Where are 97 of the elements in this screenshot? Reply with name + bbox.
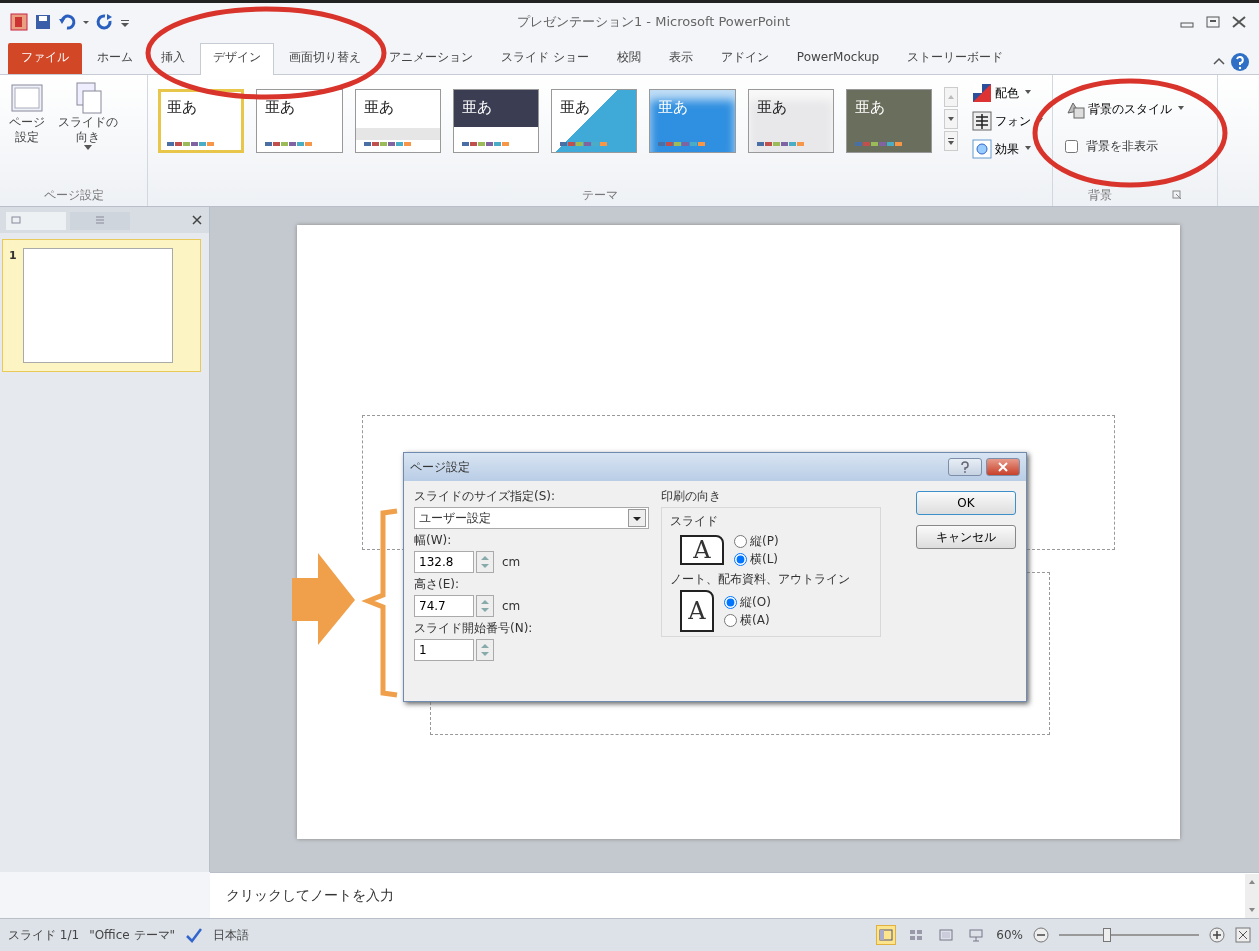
status-text: 日本語	[213, 927, 250, 944]
theme-thumbnail[interactable]: 亜あ	[747, 89, 834, 153]
save-icon[interactable]	[34, 12, 52, 31]
reading-view-icon	[939, 928, 954, 942]
window-title: プレゼンテーション1 - Microsoft PowerPoint	[515, 12, 792, 31]
theme-thumbnail[interactable]: 亜あ	[256, 89, 343, 153]
dialog-launcher-icon[interactable]	[1172, 190, 1182, 200]
close-icon	[998, 462, 1008, 472]
theme-thumbnail[interactable]: 亜あ	[845, 89, 932, 153]
ribbon-tab[interactable]: スライド ショー	[488, 43, 602, 74]
number-input[interactable]: 74.7	[414, 595, 474, 617]
zoom-out-icon[interactable]	[1033, 927, 1049, 943]
ribbon-tab[interactable]: 画面切り替え	[276, 43, 374, 74]
field-label: 幅(W):	[414, 532, 453, 549]
redo-icon[interactable]	[96, 12, 114, 31]
spell-check-icon[interactable]	[185, 927, 204, 943]
undo-icon[interactable]	[58, 12, 76, 31]
radio-label: 横(A)	[740, 612, 770, 629]
view-button[interactable]	[876, 925, 897, 945]
dialog-button[interactable]: キャンセル	[916, 525, 1016, 549]
section-label: スライド	[670, 513, 719, 530]
spin-icon[interactable]	[476, 639, 494, 661]
more-icon[interactable]	[944, 131, 958, 151]
field-label: スライドのサイズ指定(S):	[414, 488, 557, 505]
page-orientation-icon: A	[680, 535, 724, 565]
ribbon-button[interactable]: フォン	[970, 109, 1046, 133]
ribbon-tab[interactable]: アニメーション	[376, 43, 486, 74]
close-button[interactable]	[986, 458, 1020, 476]
group-label: 印刷の向き	[661, 488, 722, 505]
field-label: 高さ(E):	[414, 576, 460, 593]
help-icon[interactable]	[1229, 50, 1251, 74]
show-view-icon	[969, 928, 984, 942]
unit-label: cm	[502, 598, 521, 615]
group-label: 背景	[1088, 187, 1112, 204]
normal-view-icon	[879, 928, 894, 942]
radio-button[interactable]	[734, 534, 747, 548]
close-icon[interactable]	[191, 214, 203, 226]
ribbon-tab[interactable]: PowerMockup	[783, 43, 893, 74]
font-icon	[972, 111, 992, 131]
ribbon-tab[interactable]: ストーリーボード	[894, 43, 1017, 74]
size-dropdown[interactable]: ユーザー設定	[414, 507, 649, 529]
checkbox-label: 背景を非表示	[1086, 138, 1158, 155]
spin-icon[interactable]	[476, 551, 494, 573]
sorter-view-icon	[909, 928, 924, 942]
zoom-in-icon[interactable]	[1209, 927, 1225, 943]
ribbon-button[interactable]: ページ設定	[6, 79, 49, 186]
radio-label: 縦(O)	[740, 594, 771, 611]
ribbon-button[interactable]: スライドの向き	[54, 79, 121, 186]
zoom-level: 60%	[996, 927, 1023, 944]
radio-label: 横(L)	[750, 551, 779, 568]
ribbon-tab[interactable]: 挿入	[148, 43, 198, 74]
ribbon-tab[interactable]: 校閲	[603, 43, 654, 74]
field-label: スライド開始番号(N):	[414, 620, 534, 637]
theme-thumbnail[interactable]: 亜あ	[158, 89, 245, 153]
ribbon-tab[interactable]: ファイル	[8, 43, 82, 74]
spin-icon[interactable]	[476, 595, 494, 617]
notes-field[interactable]: クリックしてノートを入力	[226, 885, 394, 906]
hide-background-checkbox[interactable]	[1065, 139, 1078, 153]
theme-thumbnail[interactable]: 亜あ	[354, 89, 441, 153]
ribbon-button[interactable]: 効果	[970, 137, 1046, 161]
caret-icon	[1175, 106, 1185, 112]
slider-thumb[interactable]	[1102, 928, 1111, 942]
background-styles-button[interactable]: 背景のスタイル	[1063, 97, 1211, 121]
scrollbar-icon	[1245, 873, 1259, 918]
ribbon-tab[interactable]: デザイン	[200, 43, 274, 75]
page-setup-icon	[10, 81, 45, 115]
help-button[interactable]	[948, 458, 982, 476]
slide-thumbnail-item[interactable]: 1	[2, 239, 201, 372]
group-label: テーマ	[581, 187, 619, 204]
status-text: "Office テーマ"	[89, 927, 176, 944]
caret-icon	[1022, 146, 1032, 152]
help-icon	[960, 461, 970, 473]
theme-thumbnail[interactable]: 亜あ	[551, 89, 638, 153]
caret-icon	[1022, 90, 1032, 96]
unit-label: cm	[502, 554, 521, 571]
dropdown-icon	[628, 509, 646, 527]
fit-to-window-icon[interactable]	[1235, 927, 1251, 943]
ribbon-tab[interactable]: ホーム	[84, 43, 146, 74]
radio-button[interactable]	[724, 595, 737, 609]
radio-button[interactable]	[734, 552, 747, 566]
app-logo-icon[interactable]	[10, 12, 28, 31]
effects-icon	[972, 139, 992, 159]
radio-button[interactable]	[724, 613, 737, 627]
status-text: スライド 1/1	[8, 927, 80, 944]
radio-label: 縦(P)	[750, 533, 779, 550]
ribbon-tab[interactable]: 表示	[655, 43, 706, 74]
group-label: ページ設定	[42, 187, 105, 204]
ribbon-tab[interactable]: アドイン	[707, 43, 782, 74]
number-input[interactable]: 132.8	[414, 551, 474, 573]
scroll-down-icon[interactable]	[944, 109, 958, 129]
number-input[interactable]: 1	[414, 639, 474, 661]
ribbon-button[interactable]: 配色	[970, 81, 1046, 105]
section-label: ノート、配布資料、アウトライン	[670, 571, 851, 588]
theme-thumbnail[interactable]: 亜あ	[452, 89, 539, 153]
dialog-title: ページ設定	[410, 459, 470, 476]
dialog-button[interactable]: OK	[916, 491, 1016, 515]
page-orientation-icon: A	[680, 590, 714, 632]
